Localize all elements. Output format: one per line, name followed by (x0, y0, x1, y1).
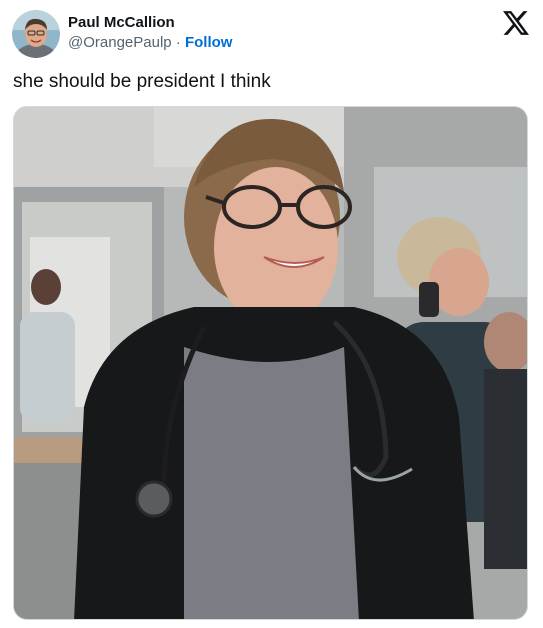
tweet-text: she should be president I think (13, 71, 271, 92)
x-logo-graphic (503, 11, 529, 35)
tweet-card: Paul McCallion @OrangePaulp · Follow she… (0, 0, 543, 628)
avatar[interactable] (12, 10, 60, 58)
photo-image (14, 107, 527, 619)
separator-dot: · (175, 34, 185, 51)
follow-button[interactable]: Follow (185, 34, 233, 51)
author-info: Paul McCallion @OrangePaulp · Follow (68, 14, 232, 53)
avatar-image (12, 10, 60, 58)
handle-row: @OrangePaulp · Follow (68, 33, 232, 53)
tweet-header: Paul McCallion @OrangePaulp · Follow (12, 10, 531, 58)
x-logo-icon[interactable] (503, 11, 529, 35)
author-handle[interactable]: @OrangePaulp (68, 34, 172, 51)
tweet-media[interactable] (13, 106, 528, 620)
author-display-name[interactable]: Paul McCallion (68, 14, 232, 32)
